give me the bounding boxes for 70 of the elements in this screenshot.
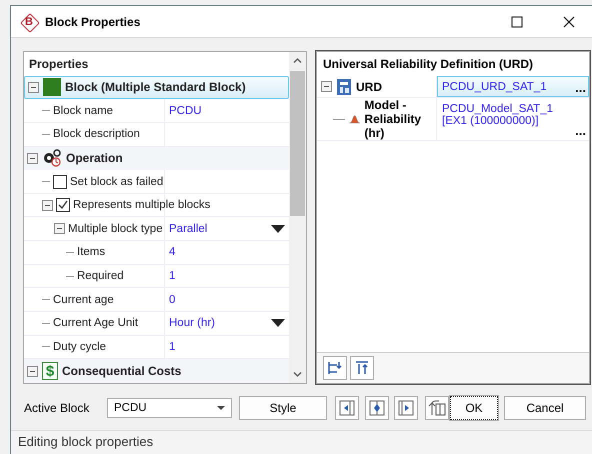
category-row[interactable]: Operation: [24, 146, 289, 170]
align-left-icon: [339, 400, 355, 416]
property-value[interactable]: 0: [169, 294, 176, 306]
property-name: Block name: [53, 104, 114, 117]
property-name: Items: [77, 246, 106, 258]
property-name: Block description: [53, 128, 140, 140]
browse-button[interactable]: ...: [573, 126, 588, 136]
field-label: Active Block: [24, 400, 90, 414]
block-icon: [43, 78, 61, 96]
collapse-toggle[interactable]: [28, 82, 39, 93]
collapse-all-button[interactable]: [350, 356, 374, 380]
align-button[interactable]: [335, 396, 359, 420]
collapse-toggle[interactable]: [27, 366, 38, 377]
property-name: URD: [356, 80, 382, 94]
align-button[interactable]: [365, 396, 389, 420]
maximize-icon[interactable]: [511, 16, 523, 28]
checkbox-label: Represents multiple blocks: [73, 199, 210, 212]
category-label: Consequential Costs: [62, 364, 182, 378]
align-button[interactable]: [394, 396, 418, 420]
collapse-toggle[interactable]: [321, 81, 332, 92]
scroll-down-icon: [293, 372, 302, 377]
property-value[interactable]: 1: [169, 340, 176, 353]
rotate-button[interactable]: [425, 396, 449, 420]
align-right-icon: [398, 400, 414, 416]
property-value[interactable]: PCDU_URD_SAT_1 ...: [437, 76, 589, 97]
active-block-dropdown[interactable]: PCDU: [107, 398, 232, 418]
property-value[interactable]: Hour (hr): [169, 317, 216, 330]
close-icon[interactable]: [563, 16, 575, 28]
property-name: Duty cycle: [53, 340, 106, 353]
checkbox-label: Set block as failed: [70, 176, 164, 188]
collapse-toggle[interactable]: [27, 152, 38, 164]
category-row[interactable]: $ Consequential Costs: [24, 359, 289, 383]
property-name: Multiple block type: [68, 222, 163, 235]
property-name: Model - Reliability (hr): [364, 98, 422, 140]
rotate-icon: [428, 400, 446, 416]
expand-all-button[interactable]: [323, 356, 347, 380]
align-center-icon: [369, 400, 385, 416]
urd-icon: [336, 78, 352, 96]
property-value[interactable]: PCDU: [169, 104, 202, 117]
caret-icon: [217, 406, 225, 410]
gears-icon: [42, 149, 62, 168]
panel-title: Universal Reliability Definition (URD): [322, 56, 534, 73]
collapse-toggle[interactable]: [54, 223, 65, 234]
panel-title: Properties: [28, 56, 90, 73]
category-label: Block (Multiple Standard Block): [65, 80, 246, 94]
tree-expand-icon: [327, 360, 343, 376]
checkbox[interactable]: [53, 174, 67, 188]
property-value[interactable]: 1: [169, 270, 176, 282]
dialog-button[interactable]: Style: [239, 396, 327, 420]
category-row[interactable]: Block (Multiple Standard Block): [24, 76, 289, 100]
scroll-up-icon: [293, 58, 302, 63]
property-value[interactable]: PCDU_Model_SAT_1 [EX1 (100000000)] ...: [437, 98, 589, 140]
property-value[interactable]: Parallel: [169, 222, 208, 235]
dialog-button[interactable]: Cancel: [504, 396, 586, 420]
window-title: Block Properties: [45, 14, 142, 28]
scrollbar-thumb[interactable]: [290, 71, 305, 216]
category-label: Operation: [66, 151, 123, 166]
checkbox[interactable]: [56, 198, 70, 212]
tree-collapse-icon: [354, 360, 370, 376]
dollar-icon: $: [42, 362, 58, 380]
property-name: Current age: [53, 294, 114, 306]
status-text: Editing block properties: [18, 434, 154, 449]
property-name: Required: [77, 270, 124, 282]
browse-button[interactable]: ...: [573, 83, 588, 93]
collapse-toggle[interactable]: [42, 200, 53, 211]
property-name: Current Age Unit: [53, 317, 138, 330]
check-icon: [58, 200, 68, 210]
app-logo: B: [19, 12, 39, 32]
property-value[interactable]: 4: [169, 246, 176, 258]
dialog-button[interactable]: OK: [450, 396, 498, 420]
